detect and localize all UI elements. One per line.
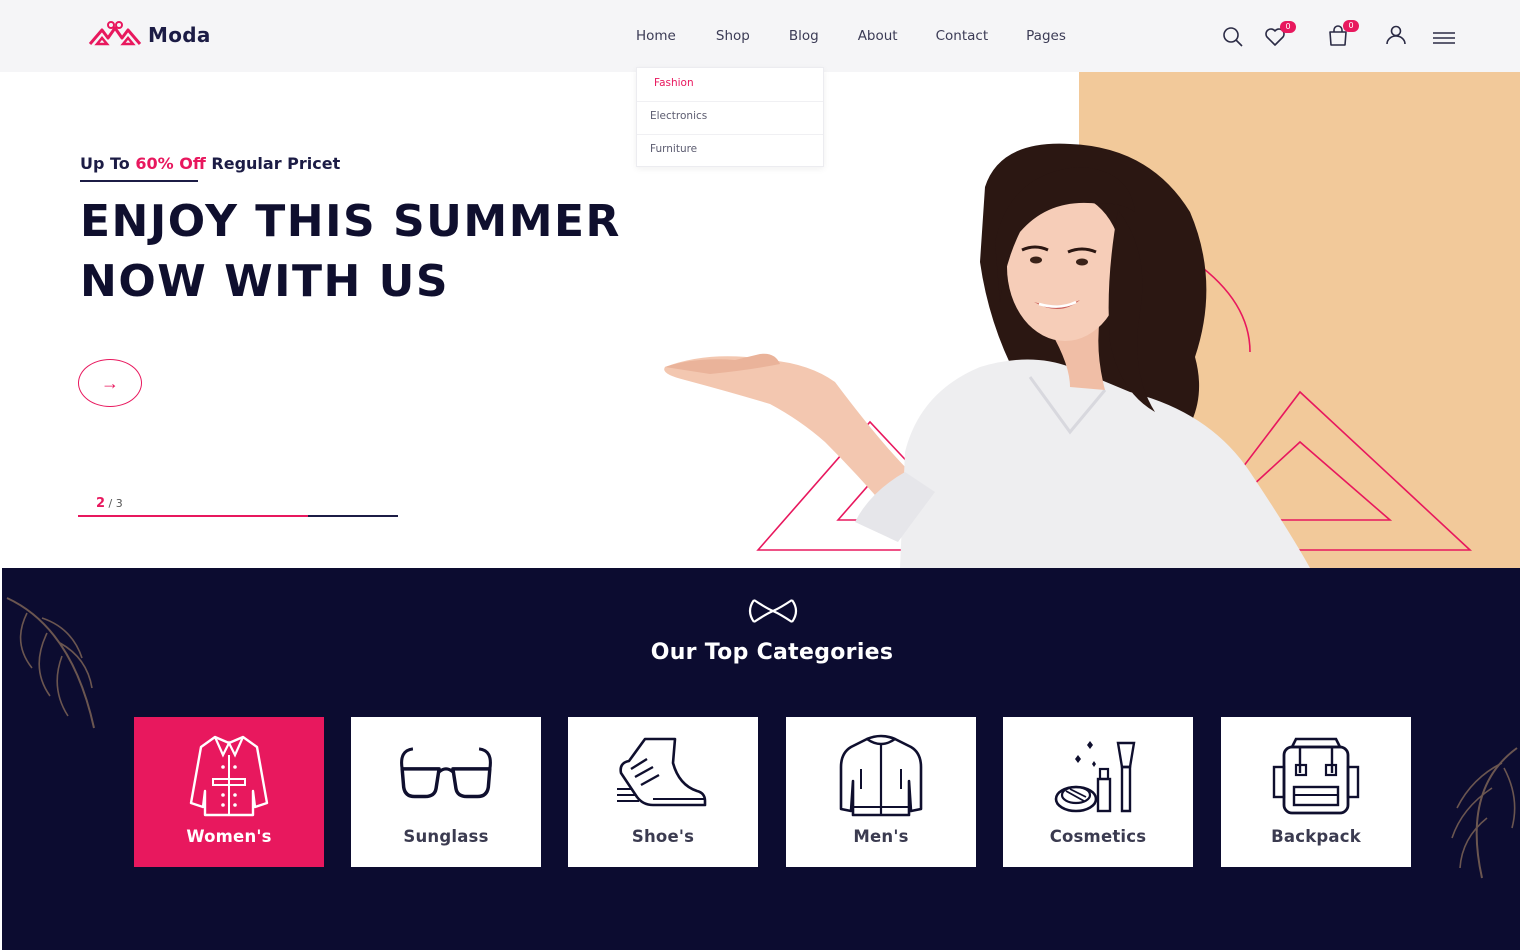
dropdown-item-fashion[interactable]: Fashion [654,77,694,89]
offer-underline [80,180,198,182]
coat-icon [189,735,269,817]
offer-highlight: 60% Off [135,154,206,173]
headline-line-1: ENJOY THIS SUMMER [80,196,621,247]
dropdown-item-furniture[interactable]: Furniture [650,143,697,155]
category-card-cosmetics[interactable]: Cosmetics [1003,717,1193,867]
hero-next-button[interactable]: → [78,359,142,407]
backpack-icon [1272,737,1360,815]
category-card-sunglass[interactable]: Sunglass [351,717,541,867]
category-label: Cosmetics [1049,827,1147,846]
category-label: Sunglass [403,827,489,846]
hamburger-icon[interactable] [1431,26,1457,52]
category-label: Women's [186,827,272,846]
sunglasses-icon [400,747,492,799]
slide-progress-fill [78,515,309,517]
slide-counter: 2 / 3 [96,496,123,511]
slide-progress-bar [78,515,398,517]
jacket-icon [839,734,923,817]
category-card-womens[interactable]: Women's [134,717,324,867]
dropdown-item-electronics[interactable]: Electronics [650,110,707,122]
pages-dropdown-menu: Fashion Electronics Furniture [636,67,824,167]
hero-model-image [664,143,1310,568]
wishlist-count-badge: 0 [1280,21,1296,33]
offer-suffix: Regular Pricet [211,154,341,173]
search-icon[interactable] [1220,24,1246,50]
header-actions: 0 0 [0,20,1520,52]
category-card-backpack[interactable]: Backpack [1221,717,1411,867]
hero-offer-text: Up To 60% Off Regular Pricet [80,154,340,173]
cart-button[interactable]: 0 [1325,20,1359,49]
wishlist-button[interactable]: 0 [1262,21,1296,50]
cosmetics-icon [1054,741,1136,813]
arrow-right-icon: → [101,372,119,393]
category-card-mens[interactable]: Men's [786,717,976,867]
top-categories-section: Our Top Categories Women's Sunglass Shoe… [2,568,1520,950]
infinity-ornament-icon [748,599,798,623]
category-label: Men's [853,827,909,846]
cart-count-badge: 0 [1343,20,1359,32]
categories-title: Our Top Categories [650,640,894,665]
category-card-shoes[interactable]: Shoe's [568,717,758,867]
slide-total: / 3 [108,497,123,510]
headline-line-2: NOW WITH US [80,256,450,307]
category-label: Backpack [1271,827,1361,846]
sneaker-icon [617,737,707,807]
category-label: Shoe's [631,827,695,846]
slide-current: 2 [96,496,106,511]
site-header: Moda Home Shop Blog About Contact Pages … [0,0,1520,72]
leaf-decoration-right-icon [1451,747,1518,879]
offer-prefix: Up To [80,154,130,173]
user-icon[interactable] [1383,22,1409,48]
